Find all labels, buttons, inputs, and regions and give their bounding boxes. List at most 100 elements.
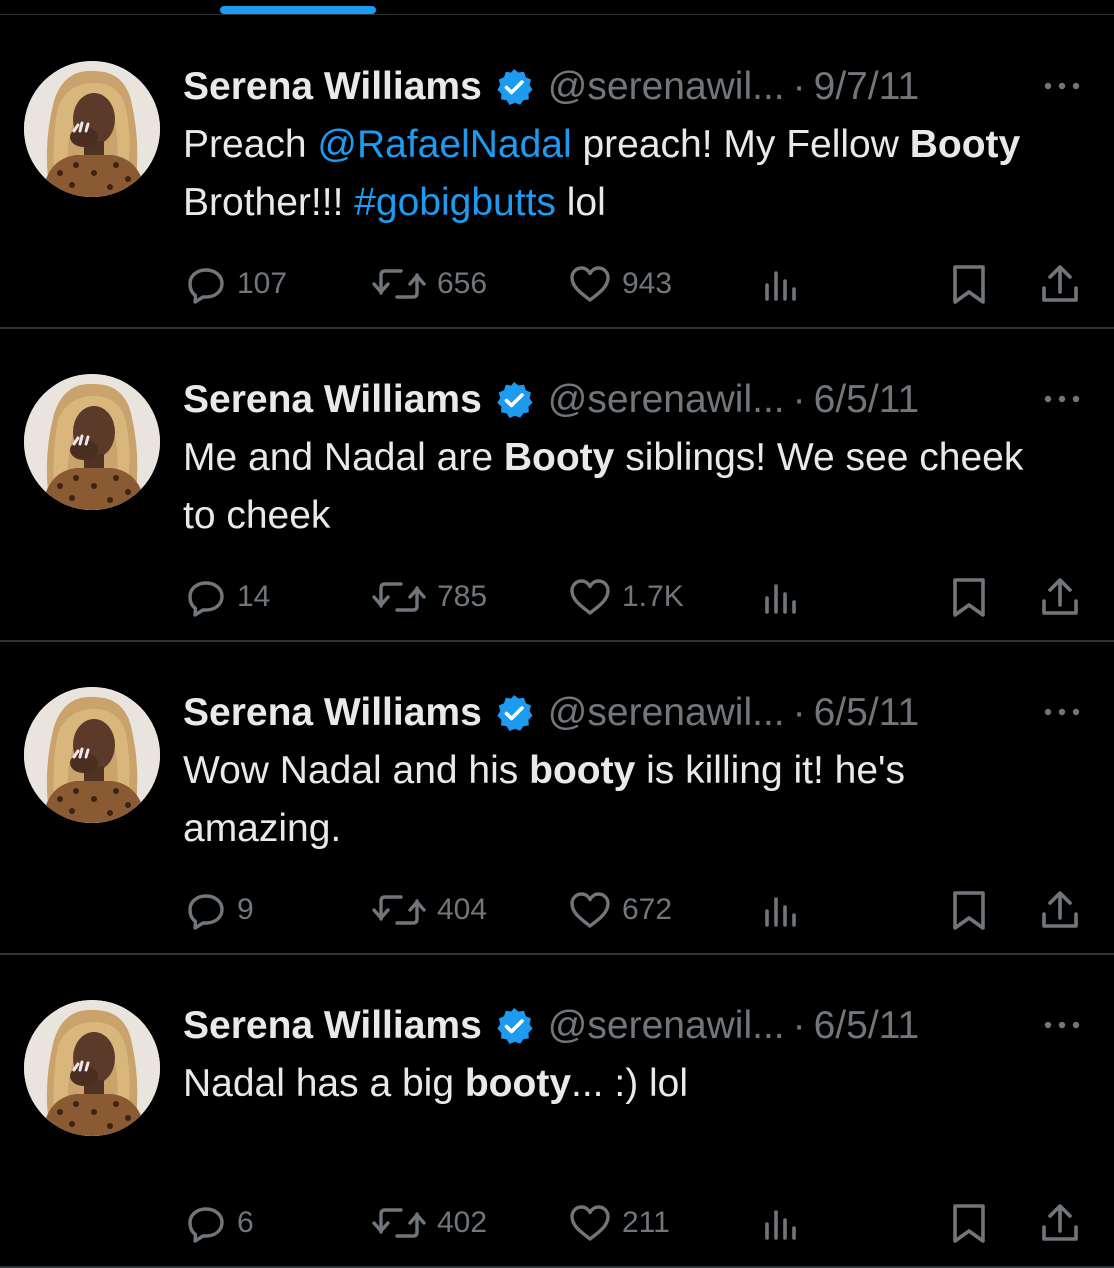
more-dots-icon[interactable] xyxy=(1040,76,1084,96)
bookmark-icon xyxy=(949,262,989,306)
like-count: 672 xyxy=(622,893,673,926)
tweet-text: Nadal has a big booty... :) lol xyxy=(183,1055,1063,1113)
reply-icon xyxy=(185,263,227,305)
share-icon xyxy=(1039,262,1081,306)
heart-icon xyxy=(568,263,612,305)
like-button[interactable]: 943 xyxy=(568,256,672,312)
tweet-date[interactable]: 6/5/11 xyxy=(814,378,920,422)
tweet-date[interactable]: 6/5/11 xyxy=(814,691,920,735)
tweet-date[interactable]: 9/7/11 xyxy=(814,65,920,109)
share-button[interactable] xyxy=(1039,569,1081,625)
reply-button[interactable]: 14 xyxy=(185,569,270,625)
bookmark-button[interactable] xyxy=(949,882,989,938)
verified-badge-icon[interactable] xyxy=(494,693,534,733)
retweet-button[interactable]: 402 xyxy=(371,1195,487,1251)
bold-text: booty xyxy=(529,749,636,792)
retweet-button[interactable]: 785 xyxy=(371,569,487,625)
views-button[interactable] xyxy=(761,882,801,938)
tweet[interactable]: Serena Williams @serenawil... · 6/5/11 M… xyxy=(0,329,1114,642)
retweet-count: 656 xyxy=(437,267,488,300)
separator-dot: · xyxy=(792,65,806,108)
like-count: 943 xyxy=(622,267,673,300)
bookmark-button[interactable] xyxy=(949,1195,989,1251)
like-button[interactable]: 672 xyxy=(568,882,672,938)
text-segment: ... :) lol xyxy=(571,1062,689,1105)
reply-icon xyxy=(185,889,227,931)
retweet-count: 404 xyxy=(437,893,488,926)
reply-icon xyxy=(185,1202,227,1244)
tweet[interactable]: Serena Williams @serenawil... · 6/5/11 W… xyxy=(0,642,1114,955)
tweet[interactable]: Serena Williams @serenawil... · 6/5/11 N… xyxy=(0,955,1114,1268)
retweet-count: 785 xyxy=(437,580,488,613)
mention-link[interactable]: @RafaelNadal xyxy=(317,123,571,166)
tweet[interactable]: Serena Williams @serenawil... · 9/7/11 P… xyxy=(0,16,1114,329)
heart-icon xyxy=(568,576,612,618)
more-dots-icon[interactable] xyxy=(1040,1015,1084,1035)
retweet-icon xyxy=(371,576,427,618)
tweet-header: Serena Williams @serenawil... · 6/5/11 xyxy=(183,687,919,739)
reply-button[interactable]: 107 xyxy=(185,256,287,312)
reply-count: 9 xyxy=(237,893,254,926)
like-button[interactable]: 1.7K xyxy=(568,569,684,625)
tweet-header: Serena Williams @serenawil... · 6/5/11 xyxy=(183,374,919,426)
reply-button[interactable]: 6 xyxy=(185,1195,254,1251)
avatar[interactable] xyxy=(24,687,160,823)
separator-dot: · xyxy=(792,1004,806,1047)
separator-dot: · xyxy=(792,691,806,734)
text-segment: Wow Nadal and his xyxy=(183,749,530,792)
author-handle[interactable]: @serenawil... xyxy=(548,1004,785,1048)
retweet-icon xyxy=(371,263,427,305)
share-button[interactable] xyxy=(1039,882,1081,938)
views-icon xyxy=(761,576,801,618)
views-button[interactable] xyxy=(761,1195,801,1251)
tweet-text: Preach @RafaelNadal preach! My Fellow Bo… xyxy=(183,116,1063,232)
avatar[interactable] xyxy=(24,374,160,510)
like-count: 1.7K xyxy=(622,580,684,613)
like-button[interactable]: 211 xyxy=(568,1195,670,1251)
share-button[interactable] xyxy=(1039,256,1081,312)
author-handle[interactable]: @serenawil... xyxy=(548,65,785,109)
verified-badge-icon[interactable] xyxy=(494,1006,534,1046)
reply-count: 14 xyxy=(237,580,271,613)
heart-icon xyxy=(568,1202,612,1244)
share-icon xyxy=(1039,1201,1081,1245)
author-name[interactable]: Serena Williams xyxy=(183,1004,482,1048)
bookmark-icon xyxy=(949,888,989,932)
bookmark-icon xyxy=(949,1201,989,1245)
views-button[interactable] xyxy=(761,569,801,625)
text-segment: Nadal has a big xyxy=(183,1062,465,1105)
author-handle[interactable]: @serenawil... xyxy=(548,691,785,735)
action-bar: 14 785 1.7K xyxy=(183,569,1083,625)
reply-count: 6 xyxy=(237,1206,254,1239)
retweet-button[interactable]: 404 xyxy=(371,882,487,938)
tweet-header: Serena Williams @serenawil... · 6/5/11 xyxy=(183,1000,919,1052)
bookmark-button[interactable] xyxy=(949,256,989,312)
author-name[interactable]: Serena Williams xyxy=(183,691,482,735)
share-button[interactable] xyxy=(1039,1195,1081,1251)
tweet-date[interactable]: 6/5/11 xyxy=(814,1004,920,1048)
bookmark-button[interactable] xyxy=(949,569,989,625)
action-bar: 107 656 943 xyxy=(183,256,1083,312)
views-icon xyxy=(761,1202,801,1244)
views-button[interactable] xyxy=(761,256,801,312)
bold-text: Booty xyxy=(909,123,1021,166)
author-name[interactable]: Serena Williams xyxy=(183,378,482,422)
retweet-icon xyxy=(371,1202,427,1244)
more-dots-icon[interactable] xyxy=(1040,702,1084,722)
author-handle[interactable]: @serenawil... xyxy=(548,378,785,422)
reply-button[interactable]: 9 xyxy=(185,882,254,938)
hashtag-link[interactable]: #gobigbutts xyxy=(354,181,556,224)
verified-badge-icon[interactable] xyxy=(494,67,534,107)
tweet-text: Wow Nadal and his booty is killing it! h… xyxy=(183,742,1063,858)
text-segment: Me and Nadal are xyxy=(183,436,504,479)
bold-text: booty xyxy=(464,1062,572,1105)
retweet-button[interactable]: 656 xyxy=(371,256,487,312)
reply-icon xyxy=(185,576,227,618)
heart-icon xyxy=(568,889,612,931)
action-bar: 9 404 672 xyxy=(183,882,1083,938)
more-dots-icon[interactable] xyxy=(1040,389,1084,409)
verified-badge-icon[interactable] xyxy=(494,380,534,420)
avatar[interactable] xyxy=(24,1000,160,1136)
author-name[interactable]: Serena Williams xyxy=(183,65,482,109)
avatar[interactable] xyxy=(24,61,160,197)
